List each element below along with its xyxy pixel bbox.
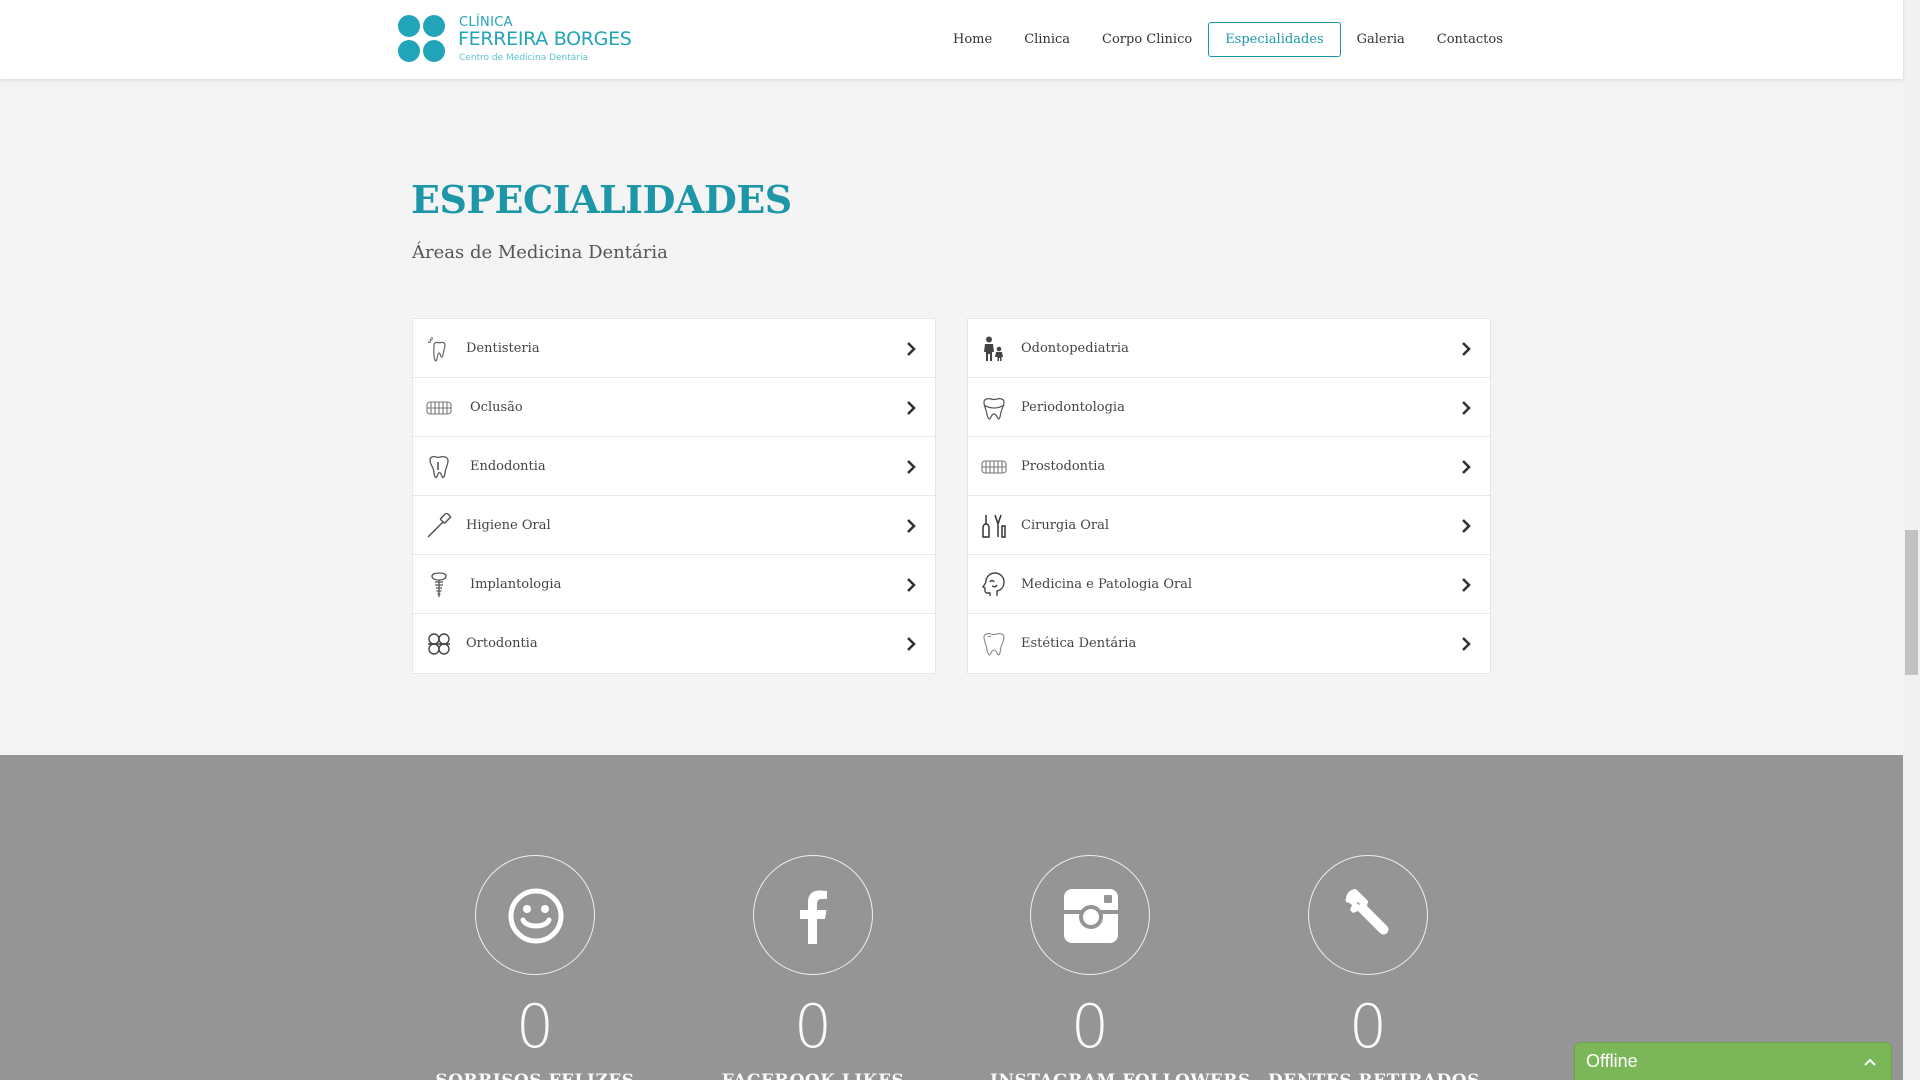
section-title: ESPECIALIDADES	[411, 177, 792, 222]
nav-contactos[interactable]: Contactos	[1421, 22, 1519, 57]
stat-circle	[1308, 855, 1428, 975]
specialty-oclusao[interactable]: Oclusão	[413, 378, 935, 437]
specialty-label: Odontopediatria	[1021, 341, 1129, 356]
surgical-tools-icon	[982, 514, 1006, 538]
specialty-label: Periodontologia	[1021, 400, 1125, 415]
chevron-right-icon	[1462, 342, 1471, 356]
nav-especialidades[interactable]: Especialidades	[1208, 22, 1341, 57]
chevron-right-icon	[907, 637, 916, 651]
chevron-right-icon	[1462, 519, 1471, 533]
specialty-prostodontia[interactable]: Prostodontia	[968, 437, 1490, 496]
specialty-label: Estética Dentária	[1021, 636, 1137, 651]
site-header: CLÍNICA FERREIRA BORGES Centro de Medici…	[0, 0, 1903, 79]
chevron-right-icon	[1462, 637, 1471, 651]
scrollbar-thumb[interactable]	[1905, 530, 1918, 675]
toothbrush-icon	[427, 513, 452, 538]
specialty-higiene-oral[interactable]: Higiene Oral	[413, 496, 935, 555]
parent-child-icon	[984, 336, 1003, 361]
main-nav: Home Clinica Corpo Clinico Especialidade…	[937, 22, 1519, 57]
specialty-estetica-dentaria[interactable]: Estética Dentária	[968, 614, 1490, 673]
logo-mark-icon	[398, 15, 445, 62]
stat-facebook: 0 FACEBOOK LIKES	[713, 855, 913, 1080]
specialty-label: Implantologia	[470, 577, 562, 592]
nav-clinica[interactable]: Clinica	[1008, 22, 1086, 57]
shiny-tooth-icon	[983, 633, 1005, 656]
site-logo[interactable]: CLÍNICA FERREIRA BORGES Centro de Medici…	[396, 14, 646, 68]
section-subtitle: Áreas de Medicina Dentária	[412, 242, 668, 263]
stat-circle	[1030, 855, 1150, 975]
specialty-label: Cirurgia Oral	[1021, 518, 1110, 533]
chevron-right-icon	[907, 519, 916, 533]
specialty-cirurgia-oral[interactable]: Cirurgia Oral	[968, 496, 1490, 555]
stat-circle	[753, 855, 873, 975]
specialty-label: Higiene Oral	[466, 518, 551, 533]
stat-value: 0	[793, 992, 833, 1062]
stat-dentes: 0 DENTES RETIRADOS	[1268, 855, 1479, 1080]
sparkle-tooth-icon	[428, 337, 446, 362]
stat-label: SORRISOS FELIZES	[435, 1071, 635, 1080]
stat-label: INSTAGRAM FOLLOWERS	[990, 1071, 1250, 1080]
specialty-odontopediatria[interactable]: Odontopediatria	[968, 319, 1490, 378]
logo-tagline: Centro de Medicina Dentária	[459, 53, 589, 63]
nav-home[interactable]: Home	[937, 22, 1008, 57]
stat-instagram: 0 INSTAGRAM FOLLOWERS	[990, 855, 1250, 1080]
specialties-list-right: Odontopediatria Periodontologia Prostodo…	[967, 318, 1491, 674]
specialty-implantologia[interactable]: Implantologia	[413, 555, 935, 614]
chat-status: Offline	[1586, 1051, 1638, 1071]
stat-label: DENTES RETIRADOS	[1268, 1071, 1479, 1080]
teeth-icon	[426, 401, 452, 415]
head-profile-icon	[982, 572, 1005, 596]
chevron-up-icon[interactable]	[1863, 1055, 1877, 1069]
specialty-label: Ortodontia	[466, 636, 538, 651]
nav-corpo-clinico[interactable]: Corpo Clinico	[1086, 22, 1208, 57]
chevron-right-icon	[907, 401, 916, 415]
stat-label: FACEBOOK LIKES	[713, 1071, 913, 1080]
specialty-label: Medicina e Patologia Oral	[1021, 577, 1193, 592]
implant-icon	[431, 572, 447, 597]
specialty-label: Prostodontia	[1021, 459, 1106, 474]
specialty-medicina-patologia-oral[interactable]: Medicina e Patologia Oral	[968, 555, 1490, 614]
instagram-icon	[1064, 889, 1118, 943]
specialty-endodontia[interactable]: Endodontia	[413, 437, 935, 496]
facebook-icon	[800, 890, 827, 944]
stat-value: 0	[515, 992, 555, 1062]
gum-tooth-icon	[983, 398, 1005, 420]
denture-icon	[981, 460, 1007, 474]
chevron-right-icon	[1462, 578, 1471, 592]
stats-band: 0 SORRISOS FELIZES 0 FACEBOOK LIKES 0 IN…	[0, 755, 1903, 1080]
chevron-right-icon	[1462, 401, 1471, 415]
specialty-label: Endodontia	[470, 459, 546, 474]
specialty-ortodontia[interactable]: Ortodontia	[413, 614, 935, 673]
specialty-dentisteria[interactable]: Dentisteria	[413, 319, 935, 378]
specialties-list-left: Dentisteria Oclusão Endodontia Higiene O…	[412, 318, 936, 674]
braces-icon	[428, 633, 450, 655]
stat-value: 0	[1070, 992, 1110, 1062]
chevron-right-icon	[907, 578, 916, 592]
stat-value: 0	[1348, 992, 1388, 1062]
page-scrollbar[interactable]	[1903, 0, 1920, 1080]
specialty-label: Dentisteria	[466, 341, 540, 356]
stat-sorrisos: 0 SORRISOS FELIZES	[435, 855, 635, 1080]
smiley-icon	[508, 888, 564, 944]
chat-widget[interactable]: Offline	[1574, 1042, 1892, 1080]
tooth-root-icon	[429, 455, 449, 479]
wrench-icon	[1345, 889, 1389, 935]
stat-circle	[475, 855, 595, 975]
specialty-periodontologia[interactable]: Periodontologia	[968, 378, 1490, 437]
nav-galeria[interactable]: Galeria	[1341, 22, 1421, 57]
specialty-label: Oclusão	[470, 400, 523, 415]
chevron-right-icon	[1462, 460, 1471, 474]
chevron-right-icon	[907, 460, 916, 474]
chevron-right-icon	[907, 342, 916, 356]
logo-line2: FERREIRA BORGES	[458, 28, 632, 50]
